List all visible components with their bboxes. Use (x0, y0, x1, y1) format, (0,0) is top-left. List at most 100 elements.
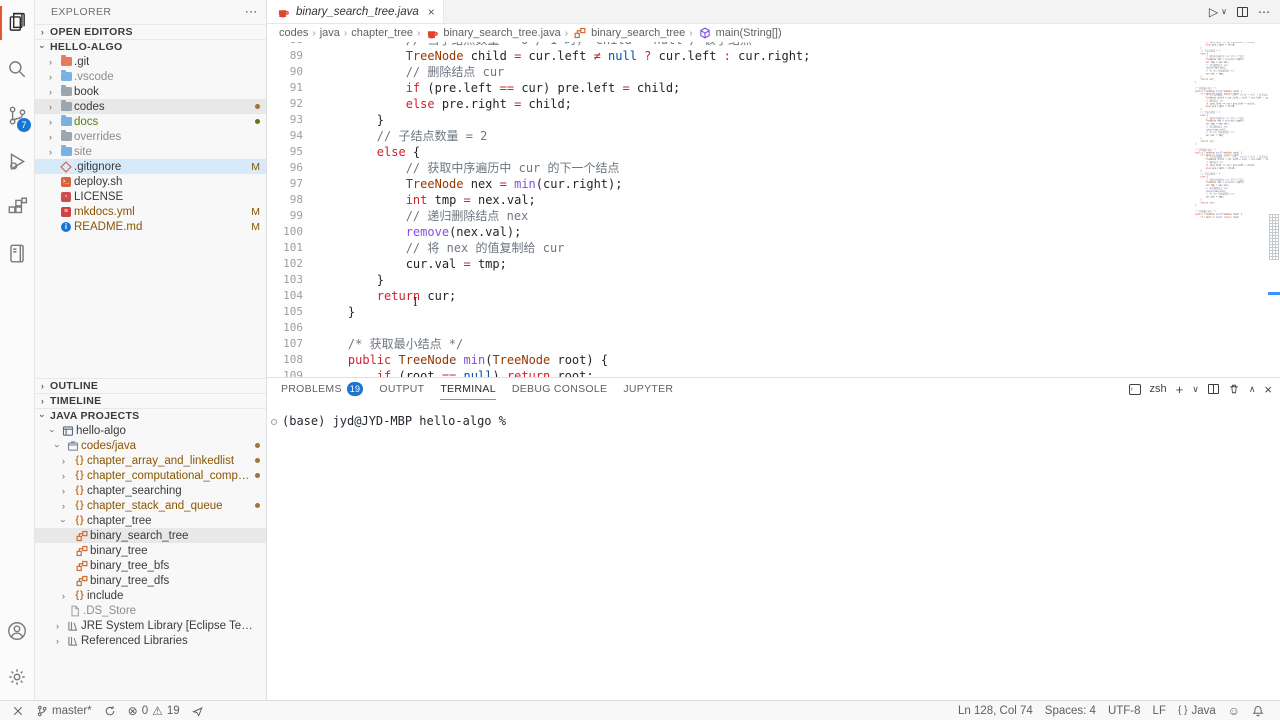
activity-run-debug[interactable] (0, 138, 34, 184)
breadcrumb-item-main-string[interactable]: main(String[]) (697, 27, 782, 39)
tree-item-binary-tree-dfs[interactable]: binary_tree_dfs (35, 573, 266, 588)
shell-name[interactable]: zsh (1150, 383, 1167, 395)
tree-item-codes[interactable]: ›codes (35, 99, 266, 114)
outline-section[interactable]: › OUTLINE (35, 378, 266, 393)
braces-icon: { } (71, 455, 87, 466)
tree-item-site[interactable]: ›site (35, 144, 266, 159)
share-status[interactable] (186, 701, 210, 720)
tree-item-gitignore[interactable]: .gitignoreM (35, 159, 266, 174)
maximize-panel-icon[interactable]: ∧ (1249, 384, 1256, 395)
tree-item-chapter-array-and-linkedlist[interactable]: ›{ }chapter_array_and_linkedlist (35, 453, 266, 468)
more-actions-icon[interactable]: ⋯ (1258, 5, 1270, 19)
tree-item-jre-system-library-eclipse-temurin-17-17[interactable]: ›JRE System Library [Eclipse Temurin 17 … (35, 618, 266, 633)
activity-search[interactable] (0, 46, 34, 92)
sidebar-bottom-sections: › OUTLINE › TIMELINE › JAVA PROJECTS ›he… (35, 378, 266, 648)
timeline-section[interactable]: › TIMELINE (35, 393, 266, 408)
run-icon[interactable]: ▷ (1209, 5, 1218, 19)
notifications-bell[interactable] (1246, 701, 1270, 720)
tree-item-vscode[interactable]: ›.vscode (35, 69, 266, 84)
eol-sequence[interactable]: LF (1147, 701, 1172, 720)
tree-item-label: .vscode (74, 71, 114, 83)
tree-item-chapter-computational-complexity[interactable]: ›{ }chapter_computational_complexity (35, 468, 266, 483)
split-editor-icon[interactable] (1237, 7, 1248, 17)
panel-tab-output[interactable]: OUTPUT (379, 378, 424, 400)
cursor-position[interactable]: Ln 128, Col 74 (952, 701, 1039, 720)
activity-extensions[interactable] (0, 184, 34, 230)
code-line-95: 95 else { (267, 144, 1190, 160)
indentation[interactable]: Spaces: 4 (1039, 701, 1102, 720)
tree-item-deploy-sh[interactable]: ›_deploy.sh (35, 174, 266, 189)
activity-explorer[interactable] (0, 0, 34, 46)
minimap[interactable]: // 当子结点数量 = 0 / 1 时， child = null / 该子结点… (1190, 42, 1268, 377)
panel-tab-problems[interactable]: PROBLEMS19 (281, 378, 363, 400)
tree-item-readme-md[interactable]: iREADME.mdM (35, 219, 266, 234)
open-editors-section[interactable]: › OPEN EDITORS (35, 24, 266, 39)
git-status-badge: M (251, 221, 260, 233)
feedback-smiley-icon[interactable]: ☺ (1222, 701, 1246, 720)
language-mode[interactable]: { } Java (1172, 701, 1222, 720)
problems-status[interactable]: ⊗ 0 ⚠ 19 (122, 701, 186, 720)
tree-item-docs[interactable]: ›docs (35, 114, 266, 129)
tree-item-label: overrides (74, 131, 121, 143)
code-line-105: 105 } (267, 304, 1190, 320)
breadcrumb-separator: › (312, 28, 315, 39)
tree-item-binary-tree[interactable]: binary_tree (35, 543, 266, 558)
tree-item-mkdocs-yml[interactable]: ≡mkdocs.ymlM (35, 204, 266, 219)
git-branch-status[interactable]: master* (30, 701, 98, 720)
close-panel-icon[interactable]: × (1264, 382, 1272, 397)
chevron-down-icon: › (38, 40, 48, 55)
breadcrumb-item-binary-search-tree-java[interactable]: binary_search_tree.java (424, 27, 560, 39)
tree-item-ds-store[interactable]: .DS_Store (35, 603, 266, 618)
activity-accounts[interactable] (0, 608, 34, 654)
tree-item-overrides[interactable]: ›overrides (35, 129, 266, 144)
activity-settings[interactable] (0, 654, 34, 700)
workspace-root[interactable]: › HELLO-ALGO (35, 39, 266, 54)
panel-tab-jupyter[interactable]: JUPYTER (623, 378, 673, 400)
tree-item-license[interactable]: ◦LICENSE (35, 189, 266, 204)
tree-item-chapter-stack-and-queue[interactable]: ›{ }chapter_stack_and_queue (35, 498, 266, 513)
tab-binary-search-tree[interactable]: binary_search_tree.java × (267, 0, 444, 23)
tree-item-chapter-tree[interactable]: ›{ }chapter_tree (35, 513, 266, 528)
terminal-dropdown-icon[interactable]: ∨ (1192, 384, 1199, 395)
tree-item-codes-java[interactable]: ›codes/java (35, 438, 266, 453)
modified-dot-icon (255, 119, 260, 124)
panel-tab-terminal[interactable]: TERMINAL (440, 378, 496, 400)
code-editor[interactable]: 88 // 当子结点数量 = 0 / 1 时， child = null / 该… (267, 42, 1280, 378)
code-line-104: 104 return cur; (267, 288, 1190, 304)
breadcrumb-item-java[interactable]: java (320, 27, 340, 39)
terminal[interactable]: (base) jyd@JYD-MBP hello-algo % (267, 400, 1280, 700)
breadcrumb: codes›java›chapter_tree›binary_search_tr… (267, 24, 1280, 42)
tree-item-chapter-searching[interactable]: ›{ }chapter_searching (35, 483, 266, 498)
tree-item-git[interactable]: ›.git (35, 54, 266, 69)
tree-item-hello-algo[interactable]: ›hello-algo (35, 423, 266, 438)
java-projects-section[interactable]: › JAVA PROJECTS (35, 408, 266, 423)
activity-source-control[interactable]: 7 (0, 92, 34, 138)
encoding[interactable]: UTF-8 (1102, 701, 1147, 720)
more-actions-icon[interactable]: ⋯ (245, 4, 258, 20)
line-number: 94 (267, 128, 319, 144)
tree-item-include[interactable]: ›{ }include (35, 588, 266, 603)
activity-notebook[interactable] (0, 230, 34, 276)
run-dropdown-icon[interactable]: ∨ (1221, 7, 1227, 16)
trash-icon[interactable] (1228, 383, 1240, 395)
modified-dot-icon (255, 458, 260, 463)
remote-indicator[interactable] (6, 701, 30, 720)
mouse-ibeam-cursor (413, 293, 420, 306)
panel-tab-debug-console[interactable]: DEBUG CONSOLE (512, 378, 608, 400)
tree-item-referenced-libraries[interactable]: ›Referenced Libraries (35, 633, 266, 648)
breadcrumb-item-codes[interactable]: codes (279, 27, 308, 39)
code-text: if (pre.left == cur) pre.left = child; (319, 80, 680, 96)
breadcrumb-item-binary-search-tree[interactable]: binary_search_tree (572, 27, 685, 39)
notebook-icon (6, 242, 28, 264)
tree-item-book[interactable]: ›book (35, 84, 266, 99)
workspace-root-label: HELLO-ALGO (50, 41, 122, 53)
run-debug-icon (6, 150, 28, 172)
close-icon[interactable]: × (428, 5, 435, 19)
breadcrumb-item-chapter-tree[interactable]: chapter_tree (351, 27, 413, 39)
tree-item-binary-tree-bfs[interactable]: binary_tree_bfs (35, 558, 266, 573)
new-terminal-icon[interactable]: + (1176, 382, 1184, 397)
sync-status[interactable] (98, 701, 122, 720)
split-terminal-icon[interactable] (1208, 384, 1219, 394)
folder-slate (61, 87, 72, 96)
tree-item-binary-search-tree[interactable]: binary_search_tree (35, 528, 266, 543)
